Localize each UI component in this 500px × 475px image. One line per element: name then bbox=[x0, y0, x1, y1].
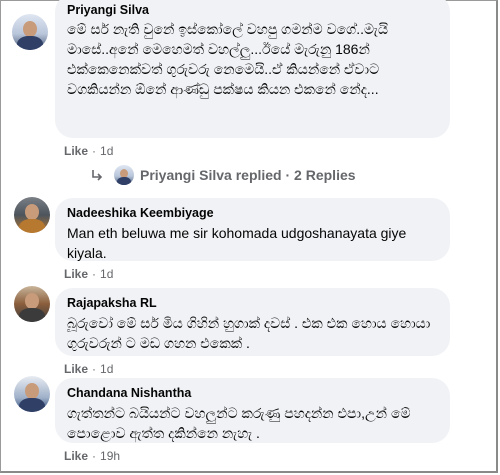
comment-actions: Like · 1d bbox=[64, 144, 113, 158]
avatar-body bbox=[19, 219, 45, 233]
comment-timestamp[interactable]: 1d bbox=[100, 267, 113, 281]
avatar[interactable] bbox=[14, 286, 50, 322]
avatar-body bbox=[19, 308, 45, 322]
comment-bubble: Rajapaksha RL බූරුවෝ මේ සර් මිය ගිහින් හ… bbox=[55, 288, 450, 356]
comment-text: ගැත්තන්ට බයියන්ට වහලුන්ට කරුණු පහදන්න එප… bbox=[67, 405, 411, 441]
comment-text: බූරුවෝ මේ සර් මිය ගිහින් හුගාක් දවස් . එ… bbox=[67, 315, 431, 351]
comment-actions: Like · 19h bbox=[64, 449, 120, 463]
comment-timestamp[interactable]: 19h bbox=[100, 449, 120, 463]
comment-bubble: Nadeeshika Keembiyage Man eth beluwa me … bbox=[55, 198, 450, 261]
separator-dot: · bbox=[92, 267, 97, 281]
avatar[interactable] bbox=[14, 376, 50, 412]
avatar-body bbox=[117, 177, 131, 185]
avatar-face bbox=[22, 21, 38, 38]
avatar-body bbox=[17, 36, 43, 50]
avatar[interactable] bbox=[14, 197, 50, 233]
avatar-face bbox=[24, 204, 40, 221]
comment-actions: Like · 1d bbox=[64, 267, 113, 281]
comment-actions: Like · 1d bbox=[64, 362, 113, 376]
separator-dot: · bbox=[92, 449, 97, 463]
comment-author[interactable]: Nadeeshika Keembiyage bbox=[67, 206, 438, 220]
like-button[interactable]: Like bbox=[64, 267, 88, 281]
comment-timestamp[interactable]: 1d bbox=[100, 362, 113, 376]
comment-text: මේ සර් නැති වුනේ ඉස්කෝලේ වහපු ගමන්ම වගේ.… bbox=[67, 21, 389, 97]
like-button[interactable]: Like bbox=[64, 144, 88, 158]
separator-dot: · bbox=[92, 144, 97, 158]
avatar-face bbox=[24, 293, 40, 310]
replies-label: Priyangi Silva replied · 2 Replies bbox=[140, 167, 356, 183]
comment-bubble: Chandana Nishantha ගැත්තන්ට බයියන්ට වහලු… bbox=[55, 378, 450, 443]
comment-text: Man eth beluwa me sir kohomada udgoshana… bbox=[67, 225, 407, 261]
reply-arrow-icon bbox=[92, 170, 103, 181]
comment-bubble: Priyangi Silva මේ සර් නැති වුනේ ඉස්කෝලේ … bbox=[55, 0, 450, 138]
avatar-body bbox=[19, 398, 45, 412]
comment-author[interactable]: Chandana Nishantha bbox=[67, 386, 438, 400]
separator-dot: · bbox=[92, 362, 97, 376]
reply-avatar bbox=[114, 165, 134, 185]
comment-timestamp[interactable]: 1d bbox=[100, 144, 113, 158]
avatar-face bbox=[24, 383, 40, 400]
view-replies-link[interactable]: Priyangi Silva replied · 2 Replies bbox=[90, 163, 356, 187]
like-button[interactable]: Like bbox=[64, 449, 88, 463]
comment-author[interactable]: Rajapaksha RL bbox=[67, 296, 438, 310]
comment-author[interactable]: Priyangi Silva bbox=[67, 3, 438, 17]
like-button[interactable]: Like bbox=[64, 362, 88, 376]
avatar[interactable] bbox=[12, 14, 48, 50]
